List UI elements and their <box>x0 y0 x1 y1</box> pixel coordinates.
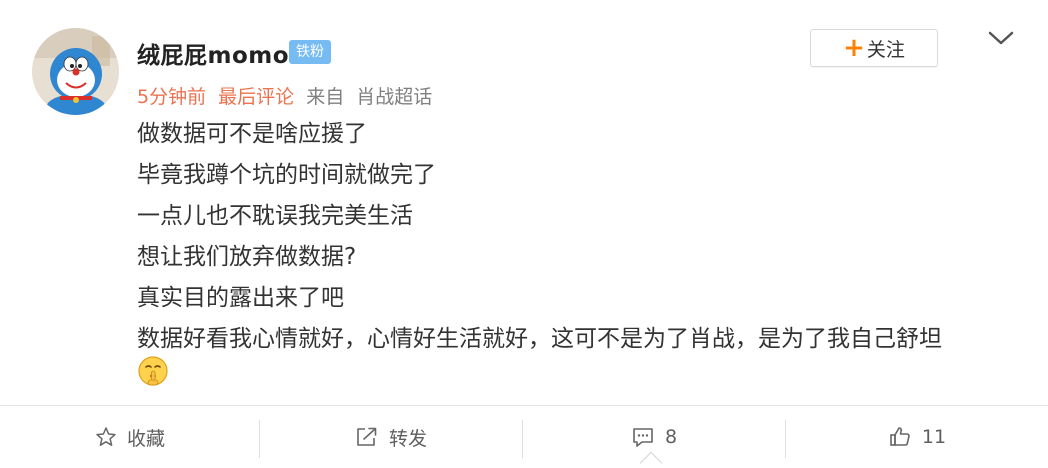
follow-button[interactable]: + 关注 <box>810 29 938 67</box>
favorite-label: 收藏 <box>126 427 165 450</box>
share-icon <box>357 427 377 446</box>
thumbs-up-icon <box>890 427 910 446</box>
fan-badge[interactable]: 铁粉 <box>289 40 331 64</box>
avatar[interactable] <box>32 28 119 115</box>
repost-button[interactable]: 转发 <box>260 406 522 468</box>
favorite-button[interactable]: 收藏 <box>0 406 260 468</box>
content-line: 做数据可不是啥应援了 <box>137 121 367 147</box>
like-button[interactable]: 11 <box>786 406 1048 468</box>
from-label: 来自 <box>306 86 345 108</box>
star-icon <box>96 427 116 446</box>
content-line: 想让我们放弃做数据? <box>137 244 357 270</box>
follow-label: 关注 <box>866 38 905 61</box>
weibo-post-card: 绒屁屁momo 铁粉 5分钟前 最后评论 来自 肖战超话 + 关注 做数据可不是… <box>0 0 1048 468</box>
repost-label: 转发 <box>388 427 427 450</box>
content-line: 数据好看我心情就好，心情好生活就好，这可不是为了肖战，是为了我自己舒坦 <box>137 326 942 352</box>
post-meta: 5分钟前 最后评论 来自 肖战超话 <box>137 82 432 109</box>
doraemon-avatar-image <box>32 28 119 115</box>
content-line: 毕竟我蹲个坑的时间就做完了 <box>137 162 436 188</box>
comment-count: 8 <box>664 426 678 448</box>
post-time[interactable]: 5分钟前 <box>137 86 206 108</box>
post-content: 做数据可不是啥应援了 毕竟我蹲个坑的时间就做完了 一点儿也不耽误我完美生活 想让… <box>137 114 942 360</box>
chevron-down-icon[interactable] <box>987 28 1015 48</box>
content-line: 一点儿也不耽误我完美生活 <box>137 203 413 229</box>
like-count: 11 <box>921 426 947 448</box>
comment-icon <box>633 428 653 447</box>
plus-icon: + <box>843 33 865 63</box>
shushing-face-emoji-icon <box>138 356 168 386</box>
action-bar: 收藏 转发 8 11 <box>0 406 1048 468</box>
username[interactable]: 绒屁屁momo <box>137 36 289 70</box>
last-comment-label[interactable]: 最后评论 <box>218 86 294 108</box>
content-line: 真实目的露出来了吧 <box>137 285 344 311</box>
source-link[interactable]: 肖战超话 <box>356 86 432 108</box>
